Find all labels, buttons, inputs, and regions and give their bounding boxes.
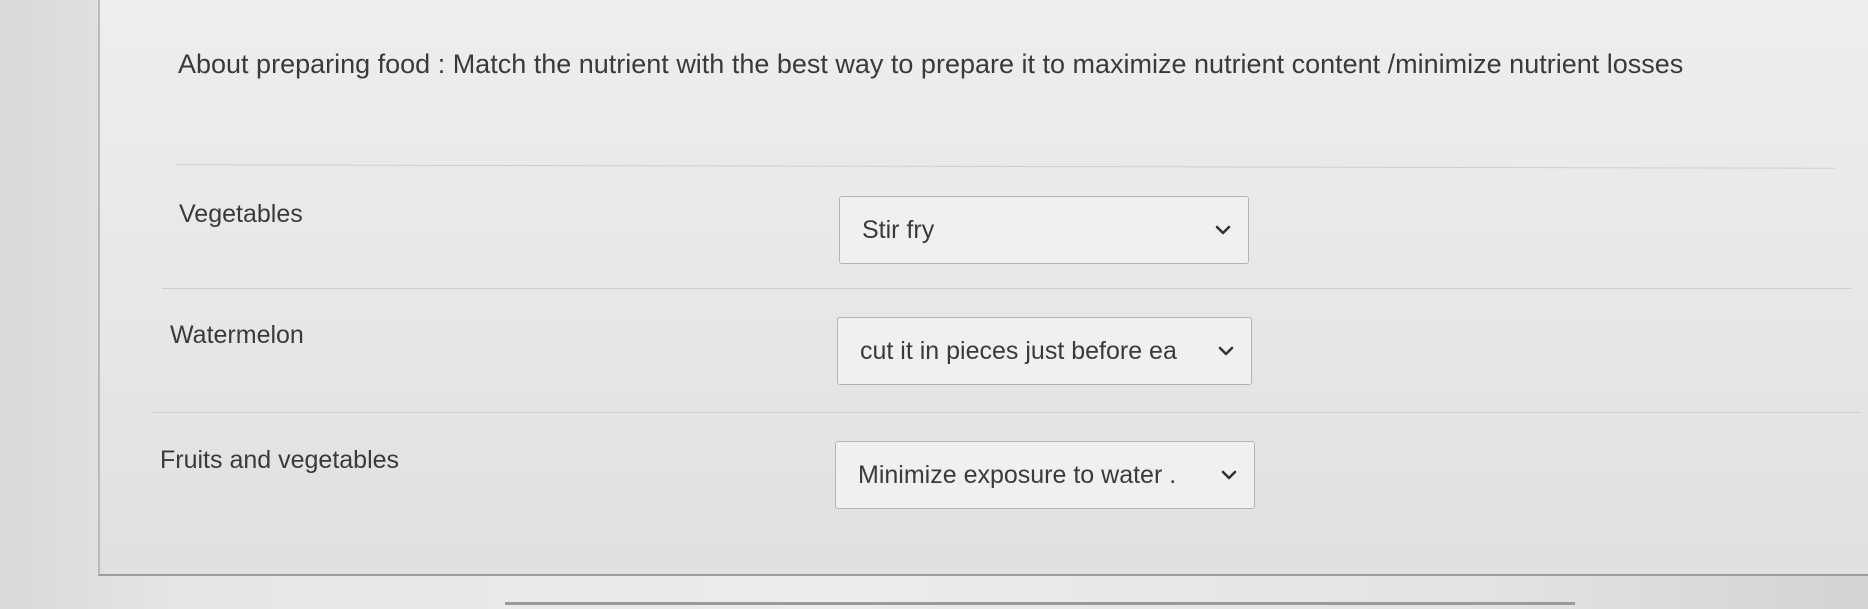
divider — [152, 412, 1862, 413]
chevron-down-icon — [1198, 197, 1248, 263]
question-text: About preparing food : Match the nutrien… — [178, 49, 1684, 79]
select-value: Minimize exposure to water . — [858, 460, 1177, 489]
row-label-vegetables: Vegetables — [179, 200, 303, 228]
row-label-fruits-and-vegetables: Fruits and vegetables — [160, 446, 400, 474]
row-label-watermelon: Watermelon — [170, 321, 304, 349]
select-value: Stir fry — [862, 215, 935, 244]
divider — [162, 288, 1852, 289]
chevron-down-icon — [1204, 442, 1254, 508]
answer-select-vegetables[interactable]: Stir fry — [839, 196, 1249, 264]
bottom-edge — [505, 602, 1575, 605]
chevron-down-icon — [1201, 318, 1251, 384]
answer-select-watermelon[interactable]: cut it in pieces just before ea — [837, 317, 1252, 385]
page: About preparing food : Match the nutrien… — [0, 0, 1868, 609]
answer-select-fruits-and-vegetables[interactable]: Minimize exposure to water . — [835, 441, 1255, 509]
select-value: cut it in pieces just before ea — [860, 336, 1177, 365]
